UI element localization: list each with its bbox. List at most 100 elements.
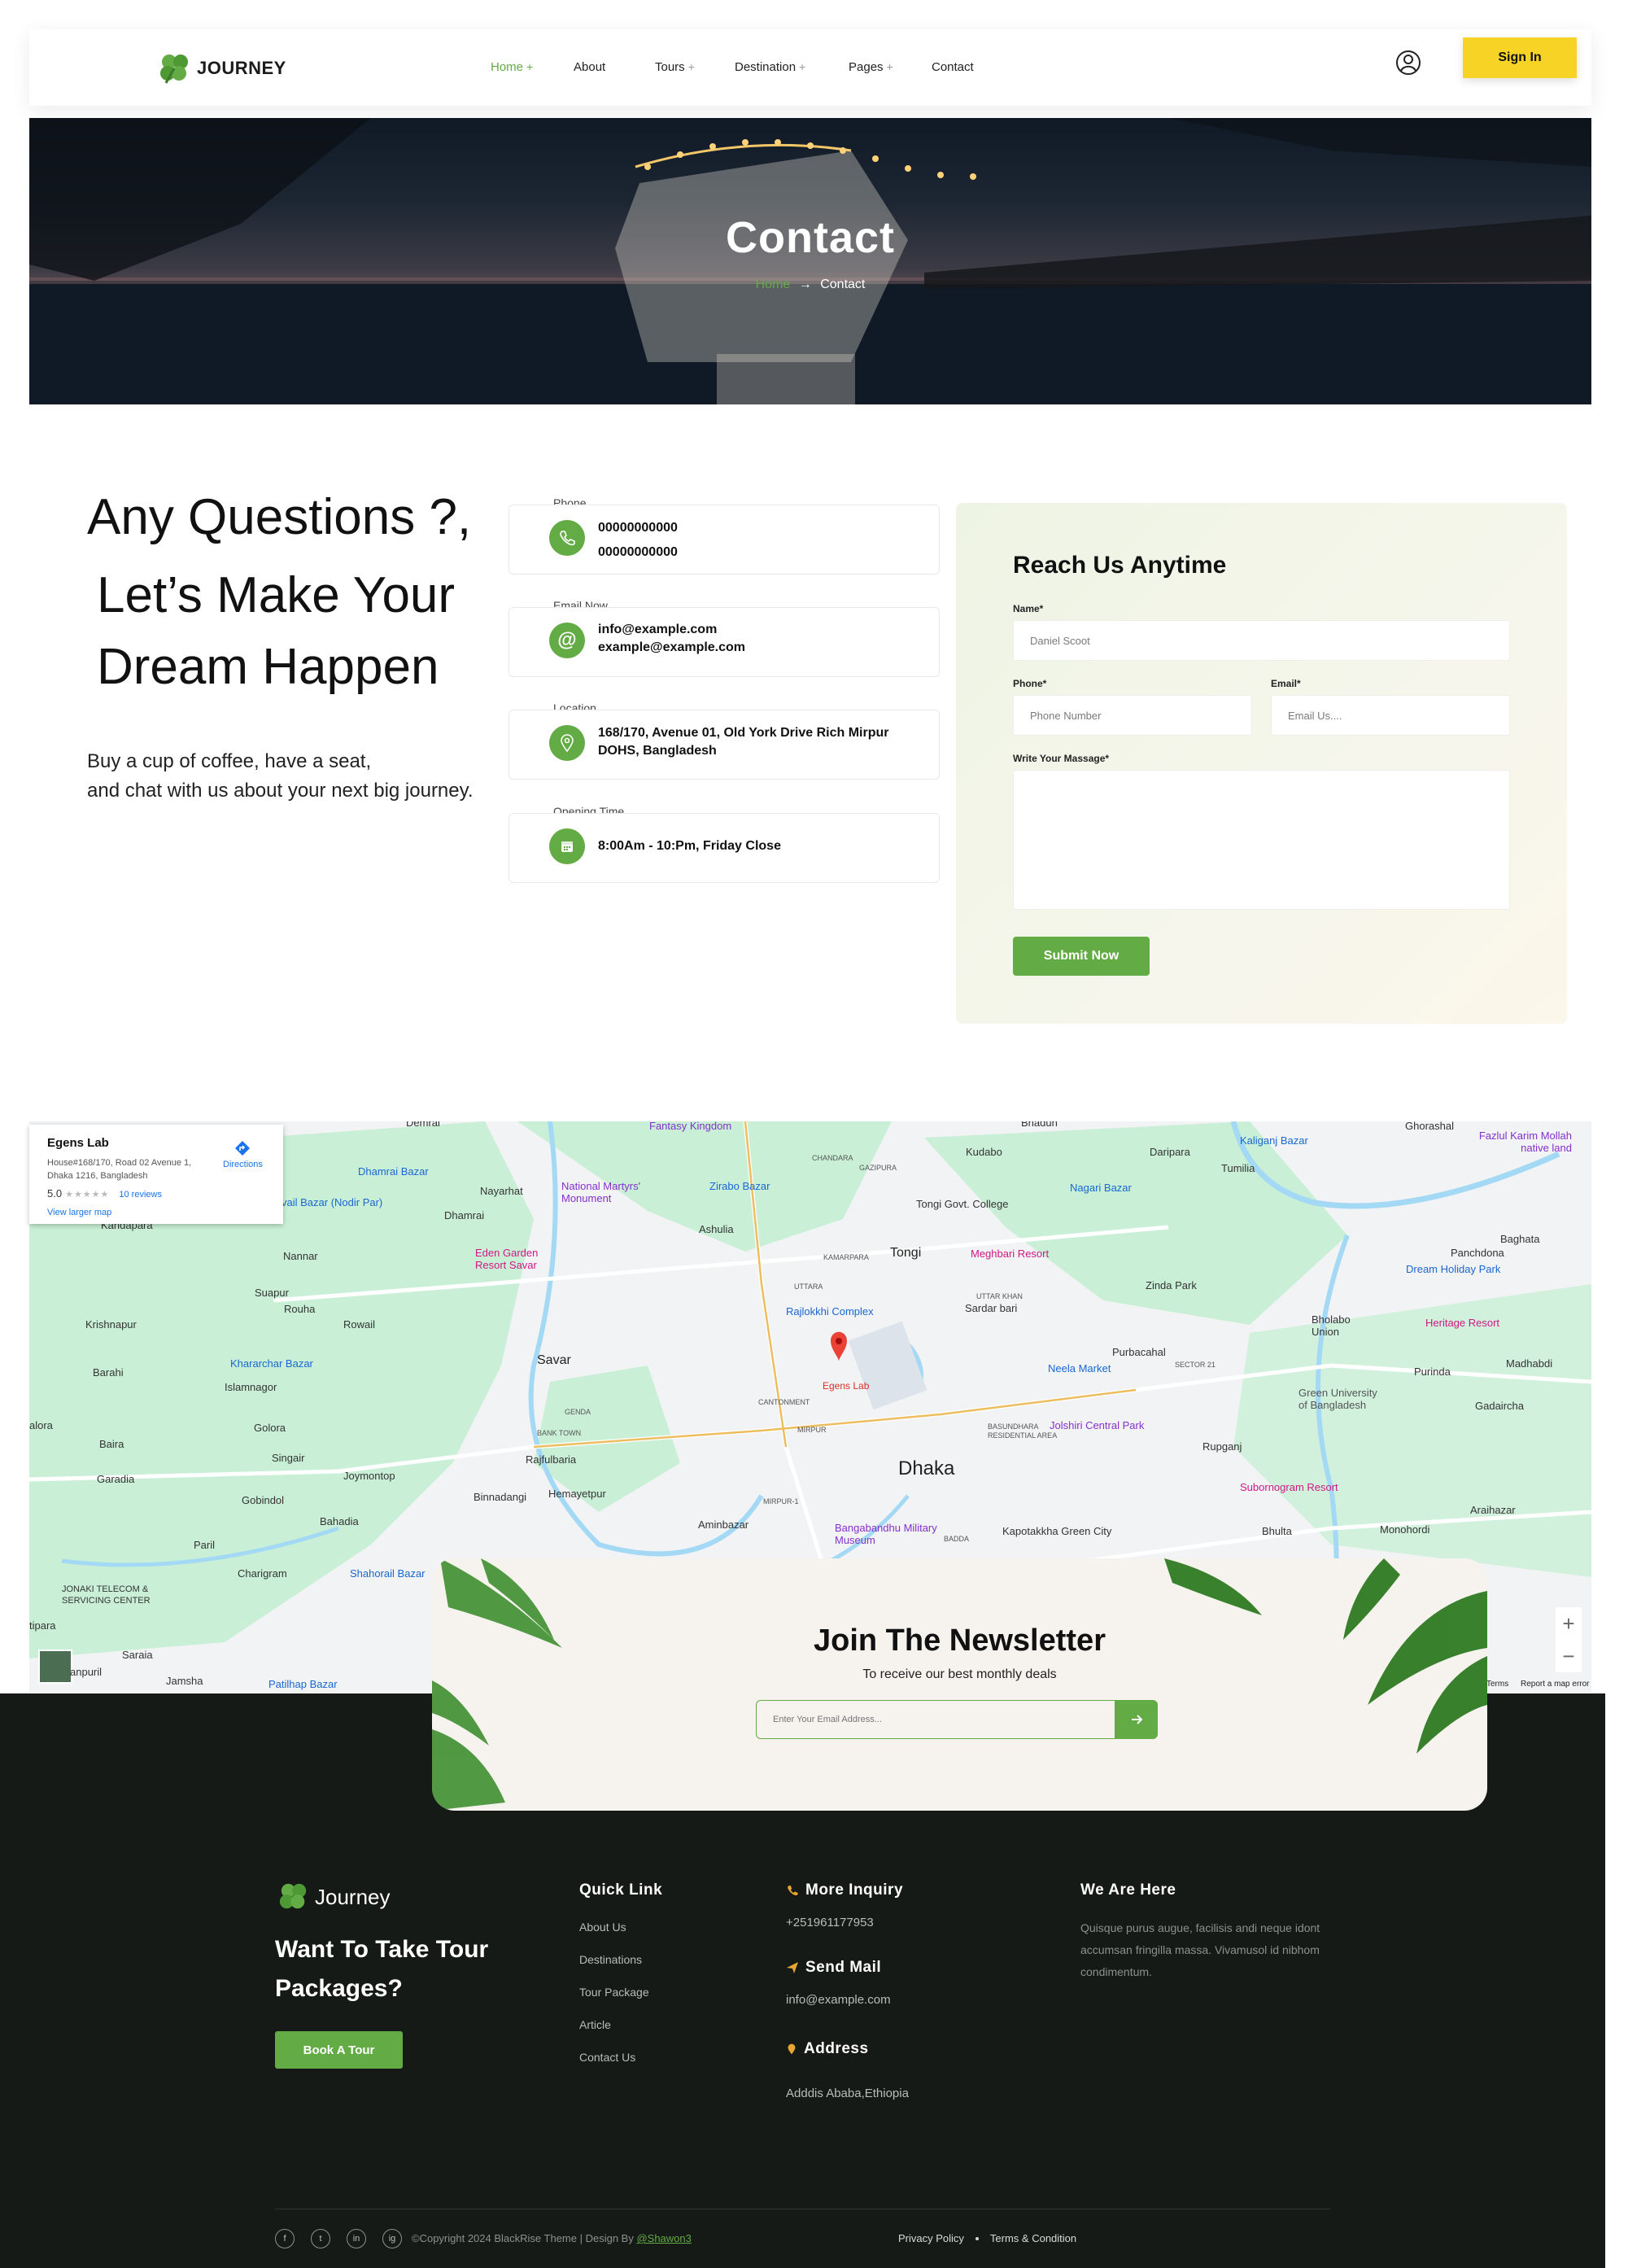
map-label: BANK TOWN — [537, 1429, 582, 1437]
phone-number[interactable]: 00000000000 — [598, 543, 678, 562]
map-label: National Martyrs' Monument — [561, 1180, 641, 1204]
footer-link-destinations[interactable]: Destinations — [579, 1953, 642, 1966]
email-address[interactable]: info@example.com — [598, 621, 745, 639]
palm-leaves-decoration — [432, 1558, 1487, 1811]
map-label: Kudabo — [966, 1146, 1002, 1158]
copyright: ©Copyright 2024 BlackRise Theme | Design… — [412, 2232, 692, 2244]
reviews-link[interactable]: 10 reviews — [119, 1190, 162, 1200]
rating-value: 5.0 — [47, 1187, 63, 1200]
newsletter-email-input[interactable] — [756, 1700, 1115, 1739]
map-label: Paril — [194, 1539, 216, 1551]
phone-values: 00000000000 00000000000 — [598, 518, 678, 562]
designer-link[interactable]: @Shawon3 — [636, 2232, 691, 2244]
phone-icon — [549, 520, 585, 556]
map-label: Zirabo Bazar — [709, 1180, 770, 1192]
book-tour-button[interactable]: Book A Tour — [275, 2031, 403, 2069]
map-label: Purinda — [1414, 1366, 1451, 1378]
message-textarea[interactable] — [1013, 770, 1510, 910]
email-address[interactable]: example@example.com — [598, 639, 745, 657]
map-label: Krishnapur — [85, 1318, 137, 1331]
phone-icon — [788, 1886, 798, 1896]
map-label: GAZIPURA — [859, 1164, 897, 1172]
place-rating: 5.0 ★★★★★ 10 reviews — [47, 1187, 265, 1200]
footer-link-article[interactable]: Article — [579, 2018, 611, 2031]
phone-input[interactable] — [1013, 695, 1252, 736]
newsletter-submit-button[interactable] — [1115, 1700, 1158, 1739]
map-label: UTTARA — [794, 1283, 823, 1291]
footer-email[interactable]: info@example.com — [786, 1993, 891, 2007]
inquiry-phone[interactable]: +251961177953 — [786, 1916, 874, 1929]
email-input[interactable] — [1271, 695, 1510, 736]
zoom-out-button[interactable]: − — [1556, 1640, 1582, 1672]
terms-link[interactable]: Terms & Condition — [990, 2232, 1076, 2244]
footer-logo[interactable]: Journey — [277, 1881, 391, 1912]
footer-link-about[interactable]: About Us — [579, 1921, 626, 1934]
map-label: Joymontop — [343, 1470, 395, 1482]
clover-logo-icon — [160, 55, 188, 84]
map-label: Bangabandhu Military Museum — [835, 1522, 937, 1546]
we-are-here-heading: We Are Here — [1080, 1881, 1176, 1899]
map-label: Patilhap Bazar — [268, 1678, 338, 1690]
map-label: Rupganj — [1202, 1440, 1242, 1453]
submit-button[interactable]: Submit Now — [1013, 937, 1150, 976]
nav-pages[interactable]: Pages + — [849, 55, 932, 78]
heading-text: More Inquiry — [805, 1881, 904, 1899]
email-values: info@example.com example@example.com — [598, 621, 745, 657]
map-label: Heritage Resort — [1425, 1317, 1500, 1329]
logo[interactable]: JOURNEY — [158, 52, 286, 85]
map-label: Panchdona — [1451, 1247, 1504, 1259]
map-pin-label[interactable]: Egens Lab — [823, 1380, 869, 1392]
directions-icon — [235, 1141, 251, 1156]
name-label: Name* — [1013, 603, 1044, 614]
map-label: Bhadun — [1021, 1121, 1058, 1129]
map-label: Jamsha — [166, 1675, 203, 1687]
linkedin-icon[interactable]: in — [347, 2229, 366, 2248]
nav-destination[interactable]: Destination + — [735, 55, 849, 78]
heading-text: Quick Link — [579, 1881, 663, 1899]
zoom-in-button[interactable]: + — [1556, 1607, 1582, 1640]
map-label: Barahi — [93, 1366, 124, 1379]
facebook-icon[interactable]: f — [275, 2229, 295, 2248]
directions-label: Directions — [223, 1160, 263, 1169]
clover-logo-icon — [279, 1883, 307, 1909]
map-label: Rajfulbaria — [526, 1453, 577, 1466]
map-label: Ghorashal — [1405, 1121, 1454, 1132]
map-label: BADDA — [944, 1535, 970, 1543]
nav-tours[interactable]: Tours + — [655, 55, 735, 78]
map-label: Daripara — [1150, 1146, 1190, 1158]
map-terms-link[interactable]: Terms — [1486, 1680, 1508, 1689]
map-label: Gadaircha — [1475, 1400, 1524, 1412]
address-line: 168/170, Avenue 01, Old York Drive Rich … — [598, 726, 889, 740]
logo-text: JOURNEY — [197, 58, 286, 78]
name-input[interactable] — [1013, 620, 1510, 661]
view-larger-map-link[interactable]: View larger map — [47, 1208, 265, 1217]
nav-contact[interactable]: Contact — [932, 55, 997, 78]
footer-link-tour-package[interactable]: Tour Package — [579, 1986, 649, 1999]
map-label: Bhulta — [1262, 1525, 1292, 1537]
phone-number[interactable]: 00000000000 — [598, 518, 678, 538]
sign-in-button[interactable]: Sign In — [1463, 37, 1577, 78]
footer-link-contact[interactable]: Contact Us — [579, 2051, 635, 2064]
map-label: vail Bazar (Nodir Par) — [282, 1196, 383, 1208]
location-pin-icon — [788, 2043, 796, 2055]
directions-button[interactable]: Directions — [223, 1139, 263, 1169]
heading-text: Address — [804, 2040, 869, 2057]
map-label: Nayarhat — [480, 1185, 523, 1197]
instagram-icon[interactable]: ig — [382, 2229, 402, 2248]
nav-about[interactable]: About — [574, 55, 655, 78]
copyright-text: ©Copyright 2024 BlackRise Theme | Design… — [412, 2232, 637, 2244]
map-label: SECTOR 21 — [1175, 1361, 1216, 1369]
privacy-policy-link[interactable]: Privacy Policy — [898, 2232, 964, 2244]
map-label: Kaliganj Bazar — [1240, 1134, 1308, 1147]
map-label: Golora — [254, 1422, 286, 1434]
twitter-icon[interactable]: t — [311, 2229, 330, 2248]
nav-home[interactable]: Home + — [491, 55, 574, 78]
map-label: Neela Market — [1048, 1362, 1111, 1374]
map-label: Zinda Park — [1146, 1279, 1197, 1291]
breadcrumb-home[interactable]: Home — [756, 277, 791, 291]
user-icon[interactable] — [1394, 49, 1422, 76]
map-report-link[interactable]: Report a map error — [1521, 1680, 1589, 1689]
map-label: Dhaka — [898, 1457, 955, 1479]
location-pin-icon — [549, 725, 585, 761]
star-rating-icon: ★★★★★ — [65, 1190, 110, 1200]
